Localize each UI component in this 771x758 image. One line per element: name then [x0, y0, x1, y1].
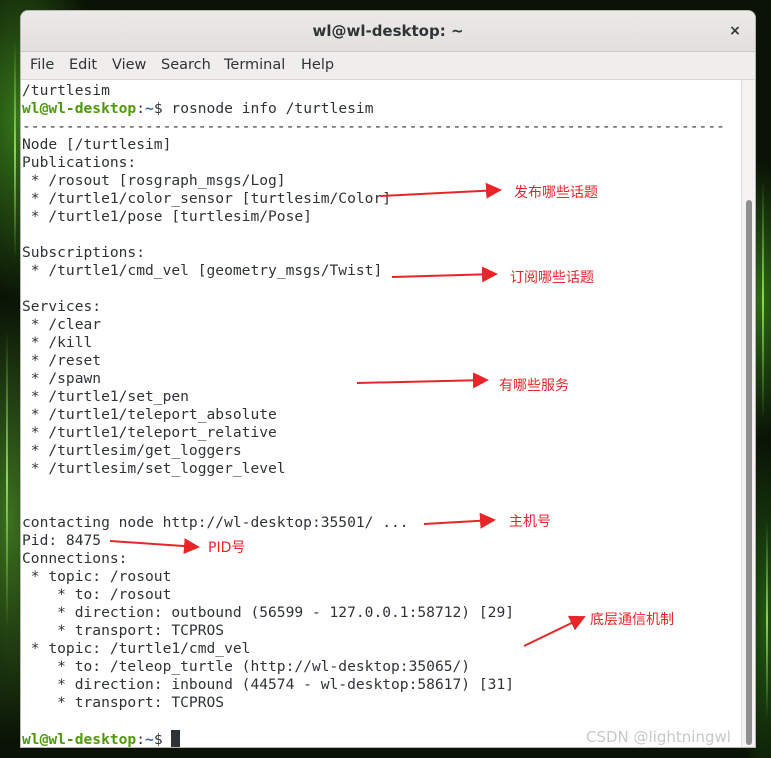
connection-line: * topic: /rosout	[22, 568, 172, 585]
prompt-separator: :	[136, 100, 146, 117]
service-item: * /clear	[22, 316, 102, 333]
service-item: * /turtle1/set_pen	[22, 388, 189, 405]
annotation-publications: 发布哪些话题	[514, 185, 598, 201]
command-line: wl@wl-desktop:~$ rosnode info /turtlesim	[22, 100, 374, 118]
prompt-path: ~	[145, 731, 154, 747]
text-cursor[interactable]	[171, 730, 181, 747]
service-item: * /turtlesim/get_loggers	[22, 442, 242, 459]
menu-bar: File Edit View Search Terminal Help	[21, 52, 755, 80]
service-item: * /turtle1/teleport_relative	[22, 424, 277, 441]
desktop-background: wl@wl-desktop: ~ × File Edit View Search…	[0, 0, 771, 758]
annotation-subscriptions: 订阅哪些话题	[510, 270, 594, 286]
service-item: * /kill	[22, 334, 93, 351]
prompt-symbol: $	[153, 731, 163, 747]
close-icon[interactable]: ×	[725, 21, 745, 41]
subscription-item: * /turtle1/cmd_vel [geometry_msgs/Twist]	[22, 262, 383, 279]
annotation-services: 有哪些服务	[499, 378, 569, 394]
current-prompt-line: wl@wl-desktop:~$	[22, 730, 181, 747]
connection-line: * direction: inbound (44574 - wl-desktop…	[22, 676, 515, 693]
separator-line: ----------------------------------------…	[22, 118, 725, 135]
connection-line: * transport: TCPROS	[22, 694, 225, 711]
publication-item: * /rosout [rosgraph_msgs/Log]	[22, 172, 286, 189]
command-text: rosnode info /turtlesim	[162, 100, 374, 117]
wallpaper-streak	[14, 40, 16, 260]
annotation-host: 主机号	[509, 514, 551, 530]
menu-help[interactable]: Help	[301, 52, 334, 79]
annotation-pid: PID号	[208, 540, 246, 556]
terminal-window: wl@wl-desktop: ~ × File Edit View Search…	[21, 11, 755, 747]
contacting-line: contacting node http://wl-desktop:35501/…	[22, 514, 409, 531]
connection-line: * direction: outbound (56599 - 127.0.0.1…	[22, 604, 515, 621]
connection-line: * to: /rosout	[22, 586, 172, 603]
connection-line: * to: /teleop_turtle (http://wl-desktop:…	[22, 658, 471, 675]
csdn-watermark: CSDN @lightningwl	[586, 728, 731, 746]
prompt-user-host: wl@wl-desktop	[22, 100, 137, 117]
menu-edit[interactable]: Edit	[69, 52, 97, 79]
window-title: wl@wl-desktop: ~	[312, 22, 464, 40]
menu-view[interactable]: View	[112, 52, 146, 79]
services-header: Services:	[22, 298, 102, 315]
wallpaper-streak	[762, 180, 764, 420]
service-item: * /turtle1/teleport_absolute	[22, 406, 277, 423]
publication-item: * /turtle1/pose [turtlesim/Pose]	[22, 208, 312, 225]
vertical-scrollbar[interactable]	[741, 80, 755, 747]
service-item: * /spawn	[22, 370, 102, 387]
menu-terminal[interactable]: Terminal	[224, 52, 285, 79]
output-line: /turtlesim	[22, 82, 110, 99]
prompt-symbol: $	[153, 100, 163, 117]
publications-header: Publications:	[22, 154, 137, 171]
connection-line: * transport: TCPROS	[22, 622, 225, 639]
wallpaper-streak	[766, 520, 768, 720]
prompt-user-host: wl@wl-desktop	[22, 731, 137, 747]
connection-line: * topic: /turtle1/cmd_vel	[22, 640, 251, 657]
menu-file[interactable]: File	[30, 52, 54, 79]
subscriptions-header: Subscriptions:	[22, 244, 146, 261]
service-item: * /turtlesim/set_logger_level	[22, 460, 286, 477]
prompt-path: ~	[145, 100, 154, 117]
pid-line: Pid: 8475	[22, 532, 102, 549]
title-bar[interactable]: wl@wl-desktop: ~ ×	[21, 11, 755, 52]
wallpaper-streak	[6, 330, 8, 630]
annotation-transport: 底层通信机制	[590, 612, 674, 628]
service-item: * /reset	[22, 352, 102, 369]
connections-header: Connections:	[22, 550, 128, 567]
terminal-output[interactable]: /turtlesim wl@wl-desktop:~$ rosnode info…	[21, 80, 741, 747]
node-line: Node [/turtlesim]	[22, 136, 172, 153]
prompt-separator: :	[136, 731, 146, 747]
menu-search[interactable]: Search	[161, 52, 211, 79]
publication-item: * /turtle1/color_sensor [turtlesim/Color…	[22, 190, 392, 207]
scrollbar-thumb[interactable]	[746, 200, 752, 745]
